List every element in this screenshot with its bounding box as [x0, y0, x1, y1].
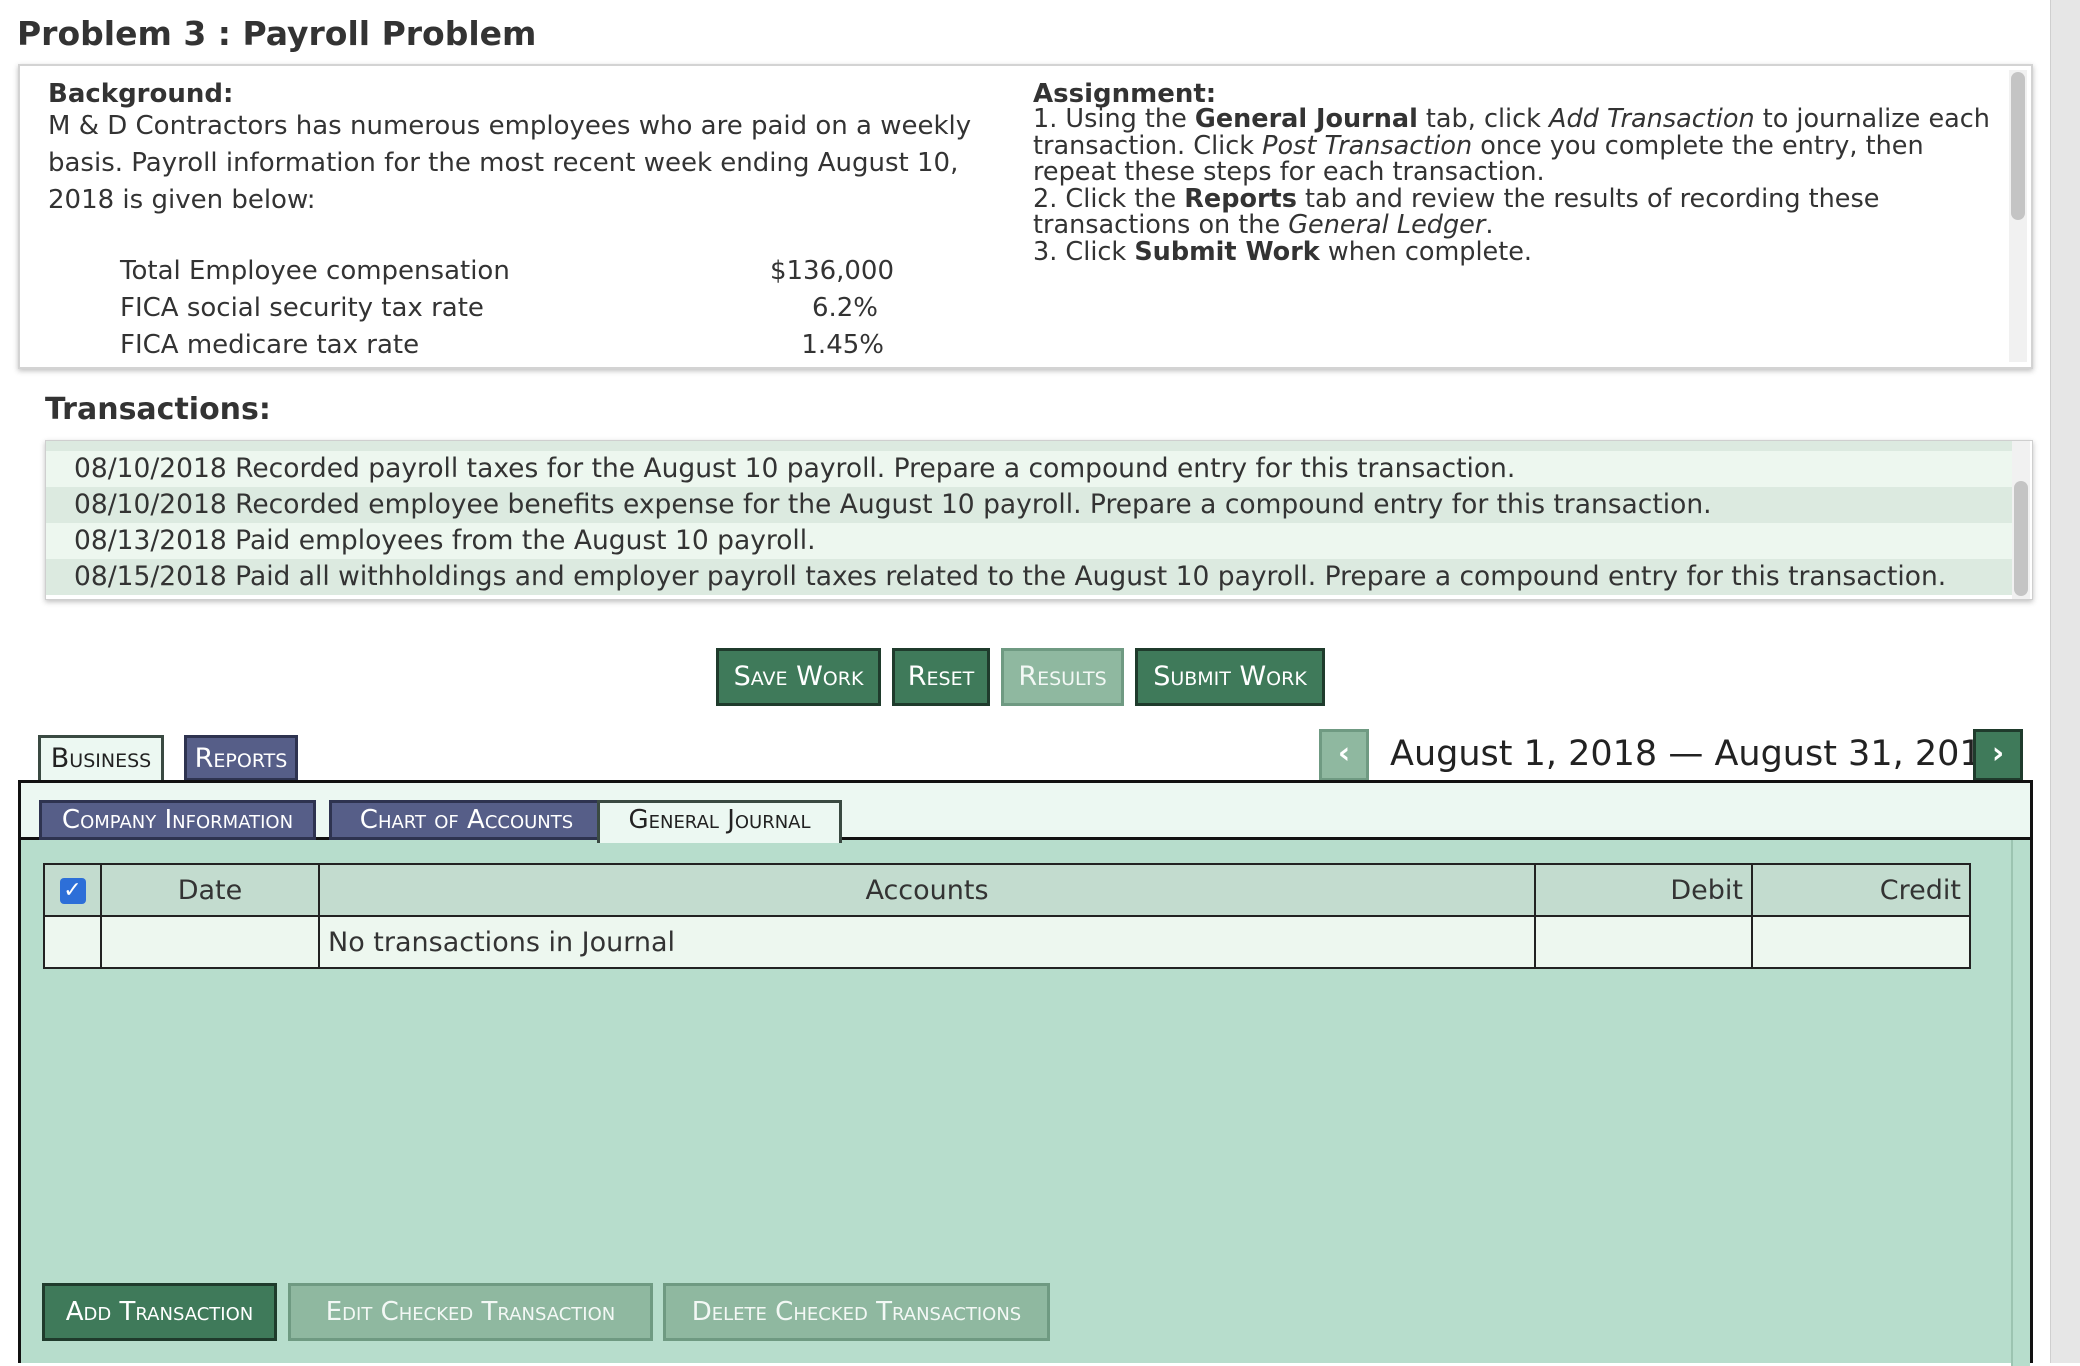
chevron-left-icon[interactable]: ‹	[1319, 729, 1369, 781]
journal-table: ✓ Date Accounts Debit Credit No transact…	[43, 863, 1971, 969]
figure-value: $136,000	[769, 256, 894, 286]
journal-scrollbar[interactable]	[2011, 840, 2030, 1366]
figure-label: Total Employee compensation	[120, 256, 510, 286]
assignment-text: 1. Using the General Journal tab, click …	[1033, 104, 1990, 267]
chevron-right-icon[interactable]: ›	[1973, 729, 2023, 781]
tab-reports[interactable]: Reports	[184, 735, 298, 781]
list-item: 08/13/2018 Paid employees from the Augus…	[46, 523, 2014, 559]
add-transaction-button[interactable]: Add Transaction	[42, 1283, 277, 1341]
problem-info-panel: Background: M & D Contractors has numero…	[18, 64, 2033, 369]
column-header-date: Date	[100, 863, 320, 917]
info-panel-scrollbar[interactable]	[2009, 70, 2027, 362]
scroll-thumb[interactable]	[2011, 72, 2025, 220]
table-cell	[43, 915, 102, 969]
table-cell	[1751, 915, 1971, 969]
tab-business[interactable]: Business	[38, 735, 164, 785]
scroll-thumb[interactable]	[2014, 481, 2028, 596]
checkbox-checked-icon[interactable]: ✓	[59, 878, 86, 904]
figure-value: 1.45%	[801, 330, 884, 360]
submit-work-button[interactable]: Submit Work	[1135, 648, 1325, 706]
list-item: 08/15/2018 Paid all withholdings and emp…	[46, 559, 2014, 595]
transactions-heading: Transactions:	[45, 392, 271, 427]
results-button[interactable]: Results	[1001, 648, 1124, 706]
reset-button[interactable]: Reset	[892, 648, 990, 706]
business-panel: Company Information Chart of Accounts Ge…	[18, 780, 2033, 1366]
transactions-scrollbar[interactable]	[2012, 441, 2030, 599]
window-scrollbar[interactable]	[2050, 0, 2080, 1363]
empty-journal-message: No transactions in Journal	[318, 915, 1536, 969]
background-text: M & D Contractors has numerous employees…	[48, 111, 972, 215]
background-heading: Background:	[48, 79, 234, 109]
edit-checked-transaction-button[interactable]: Edit Checked Transaction	[288, 1283, 653, 1341]
save-work-button[interactable]: Save Work	[716, 648, 881, 706]
list-item: 08/10/2018 Recorded payroll taxes for th…	[46, 451, 2014, 487]
list-item: 08/10/2018 Recorded employee benefits ex…	[46, 487, 2014, 523]
figure-value: 6.2%	[811, 293, 878, 323]
subtab-strip: Company Information Chart of Accounts Ge…	[21, 783, 2030, 843]
column-header-accounts: Accounts	[318, 863, 1536, 917]
figure-label: FICA medicare tax rate	[120, 330, 420, 360]
select-all-checkbox[interactable]: ✓	[43, 863, 102, 917]
page-title: Problem 3 : Payroll Problem	[17, 14, 537, 53]
tab-general-journal[interactable]: General Journal	[597, 800, 842, 843]
tab-chart-of-accounts[interactable]: Chart of Accounts	[329, 800, 604, 840]
table-cell	[100, 915, 320, 969]
figure-label: FICA social security tax rate	[120, 293, 484, 323]
table-row: No transactions in Journal	[43, 915, 1971, 969]
table-cell	[1534, 915, 1753, 969]
transactions-list: 08/10/2018 Recorded payroll taxes for th…	[45, 440, 2033, 600]
table-header-row: ✓ Date Accounts Debit Credit	[43, 863, 1971, 917]
column-header-credit: Credit	[1751, 863, 1971, 917]
delete-checked-transactions-button[interactable]: Delete Checked Transactions	[663, 1283, 1050, 1341]
date-range-label: August 1, 2018 — August 31, 2018	[1390, 734, 2004, 774]
column-header-debit: Debit	[1534, 863, 1753, 917]
tab-company-information[interactable]: Company Information	[39, 800, 316, 840]
